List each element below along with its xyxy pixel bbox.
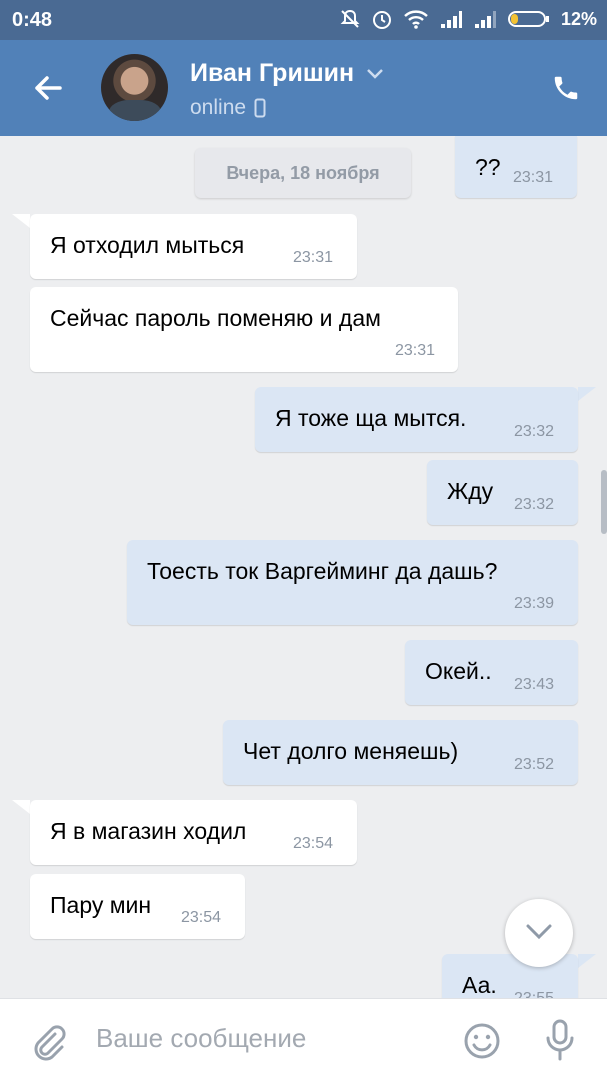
scrollbar[interactable]: [601, 470, 607, 534]
message-text: Я тоже ща мытся.: [275, 405, 467, 431]
status-icons: 12%: [339, 8, 597, 30]
message-text: Аа.: [462, 972, 497, 998]
battery-icon: [507, 11, 549, 27]
message-incoming[interactable]: Я отходил мыться 23:31: [30, 214, 357, 279]
message-outgoing[interactable]: Я тоже ща мытся. 23:32: [255, 387, 578, 452]
chevron-down-icon: [526, 924, 552, 940]
paperclip-icon[interactable]: [28, 1021, 68, 1061]
signal-icon-2: [474, 11, 496, 28]
message-composer: Ваше сообщение: [0, 998, 607, 1081]
smile-icon[interactable]: [462, 1021, 502, 1061]
battery-level: 12%: [560, 8, 597, 29]
status-bar: 0:48 12%: [0, 0, 607, 40]
signal-icon: [440, 11, 462, 28]
message-time: 23:43: [514, 676, 555, 693]
message-time: 23:54: [293, 835, 334, 852]
message-text: Я отходил мыться: [50, 232, 245, 258]
message-time: 23:31: [513, 169, 554, 186]
message-outgoing[interactable]: Тоесть ток Варгейминг да дашь? 23:39: [127, 540, 578, 625]
arrow-left-icon[interactable]: [30, 70, 66, 106]
alarm-icon: [372, 11, 391, 29]
bubble-tail: [578, 954, 596, 968]
message-time: 23:32: [514, 423, 555, 440]
message-time: 23:54: [181, 909, 222, 926]
message-time: 23:55: [514, 990, 554, 998]
message-text: Я в магазин ходил: [50, 818, 247, 844]
scroll-down-button[interactable]: [505, 899, 573, 967]
message-outgoing[interactable]: Жду 23:32: [427, 460, 578, 525]
message-time: 23:39: [514, 595, 555, 612]
message-text: Жду: [447, 478, 494, 504]
bubble-tail: [12, 800, 30, 814]
contact-status: online: [190, 96, 266, 120]
message-text: Окей..: [425, 658, 492, 684]
message-time: 23:32: [514, 496, 555, 513]
message-text: Чет долго меняешь): [243, 738, 459, 764]
message-time: 23:31: [395, 342, 436, 359]
bubble-tail: [578, 387, 596, 401]
mute-icon: [340, 9, 360, 28]
chevron-down-icon[interactable]: [366, 68, 384, 80]
message-outgoing[interactable]: Чет долго меняешь) 23:52: [223, 720, 578, 785]
message-text: Пару мин: [50, 892, 152, 918]
message-outgoing[interactable]: Окей.. 23:43: [405, 640, 578, 705]
contact-name[interactable]: Иван Гришин: [190, 59, 354, 88]
message-text: Тоесть ток Варгейминг да дашь?: [147, 558, 498, 584]
microphone-icon[interactable]: [544, 1018, 576, 1062]
clock: 0:48: [12, 9, 53, 31]
chat-header: Иван Гришин online: [0, 40, 607, 136]
date-separator: Вчера, 18 ноября: [195, 148, 411, 198]
online-status: online: [190, 96, 247, 119]
message-time: 23:52: [514, 756, 555, 773]
message-incoming[interactable]: Сейчас пароль поменяю и дам 23:31: [30, 287, 458, 372]
avatar[interactable]: [101, 54, 168, 121]
message-list[interactable]: Вчера, 18 ноября ?? 23:31 Я отходил мыть…: [0, 136, 607, 998]
message-incoming[interactable]: Пару мин 23:54: [30, 874, 245, 939]
mobile-phone-icon: [254, 98, 266, 118]
message-text: Сейчас пароль поменяю и дам: [50, 305, 381, 331]
wifi-icon: [404, 10, 428, 29]
message-input[interactable]: Ваше сообщение: [96, 1023, 306, 1054]
message-incoming[interactable]: Я в магазин ходил 23:54: [30, 800, 357, 865]
bubble-tail: [12, 214, 30, 228]
message-text: ??: [475, 154, 501, 180]
phone-icon[interactable]: [551, 73, 581, 103]
message-outgoing[interactable]: ?? 23:31: [455, 136, 577, 198]
message-time: 23:31: [293, 249, 334, 266]
